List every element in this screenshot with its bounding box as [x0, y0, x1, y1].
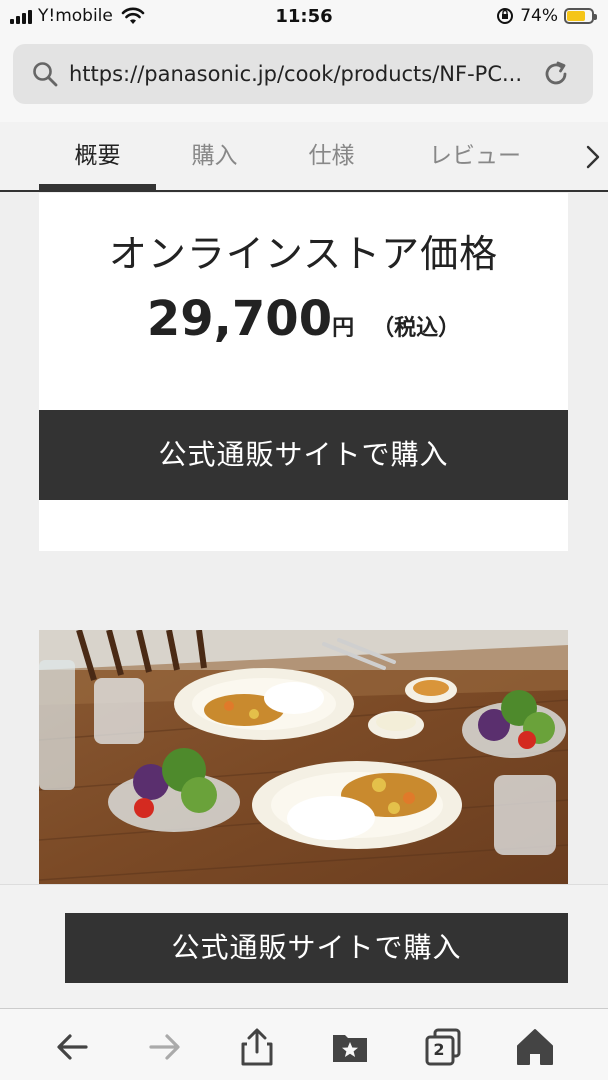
url-text[interactable]: https://panasonic.jp/cook/products/NF-PC… [69, 62, 529, 86]
price-unit: 円 [332, 316, 355, 341]
home-icon[interactable] [515, 1027, 555, 1067]
share-icon[interactable] [237, 1027, 277, 1067]
browser-toolbar: 2 [0, 1008, 608, 1080]
battery-percent: 74% [520, 6, 558, 26]
tax-note: （税込） [372, 316, 461, 341]
bookmarks-icon[interactable] [330, 1027, 370, 1067]
tab-purchase[interactable]: 購入 [156, 122, 273, 190]
rotation-lock-icon [497, 8, 514, 24]
forward-arrow-icon[interactable] [145, 1027, 185, 1067]
tabs-count: 2 [433, 1040, 445, 1059]
price-heading: オンラインストア価格 [108, 232, 499, 276]
sticky-buy-button[interactable]: 公式通販サイトで購入 [65, 913, 568, 983]
chevron-right-icon[interactable] [584, 144, 602, 170]
battery-icon [564, 8, 597, 24]
active-tab-indicator [39, 184, 156, 192]
sticky-buy-bar: 公式通販サイトで購入 [0, 884, 608, 1008]
status-bar: Y!mobile 11:56 74% [0, 0, 608, 34]
tab-reviews[interactable]: レビュー [400, 122, 550, 190]
buy-online-button[interactable]: 公式通販サイトで購入 [39, 410, 568, 500]
reload-icon[interactable] [541, 59, 571, 89]
price-card: オンラインストア価格 29,700円 （税込） 公式通販サイトで購入 [39, 193, 568, 551]
address-bar-container: https://panasonic.jp/cook/products/NF-PC… [0, 34, 608, 122]
tab-overview[interactable]: 概要 [39, 122, 156, 190]
price: 29,700円 （税込） [39, 291, 568, 347]
product-tabs: 概要 購入 仕様 レビュー [0, 122, 608, 192]
address-bar[interactable]: https://panasonic.jp/cook/products/NF-PC… [13, 44, 593, 104]
search-icon [33, 62, 58, 87]
tabs-icon[interactable]: 2 [423, 1027, 463, 1067]
product-photo [39, 630, 568, 884]
back-arrow-icon[interactable] [52, 1027, 92, 1067]
price-amount: 29,700 [146, 291, 333, 347]
tab-specs[interactable]: 仕様 [273, 122, 390, 190]
